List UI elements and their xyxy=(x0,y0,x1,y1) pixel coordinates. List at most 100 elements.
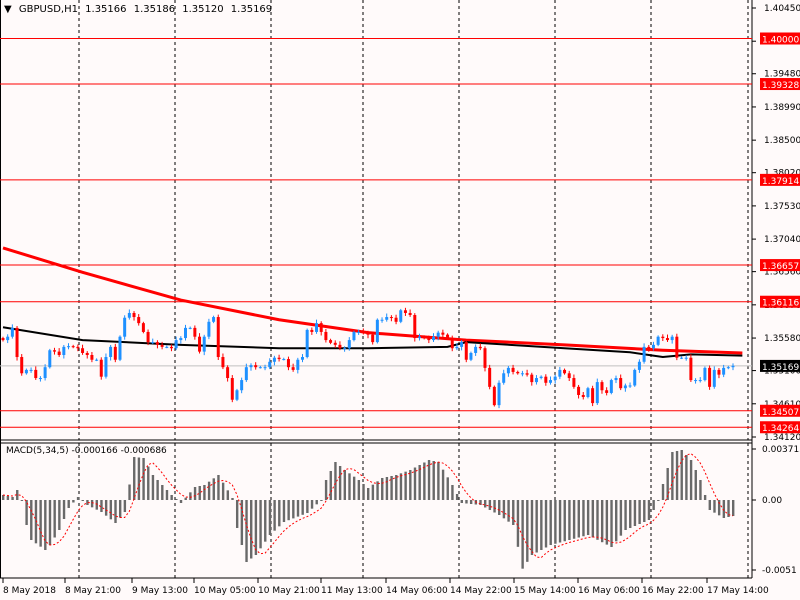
macd-histogram-bar xyxy=(123,500,127,513)
macd-histogram-bar xyxy=(582,500,585,537)
macd-histogram-bar xyxy=(67,500,70,508)
bearish-candle xyxy=(254,365,258,368)
macd-histogram-bar xyxy=(198,486,201,500)
chart-header: ▼ GBPUSD,H1 1.35166 1.35186 1.35120 1.35… xyxy=(4,4,276,15)
bearish-candle xyxy=(619,378,623,389)
macd-histogram-bar xyxy=(689,460,693,500)
macd-histogram-bar xyxy=(245,500,248,563)
macd-y-tick-label: 0.00 xyxy=(762,496,782,506)
bullish-candle xyxy=(118,336,122,360)
macd-histogram-bar xyxy=(446,477,449,500)
bearish-candle xyxy=(665,338,669,341)
bearish-candle xyxy=(1,338,5,341)
bearish-candle xyxy=(169,346,173,349)
bullish-candle xyxy=(385,317,389,320)
bullish-candle xyxy=(455,346,459,349)
bullish-candle xyxy=(502,373,506,383)
macd-histogram-bar xyxy=(231,497,234,500)
macd-histogram-bar xyxy=(109,500,113,520)
macd-histogram-bar xyxy=(292,500,295,519)
bullish-candle xyxy=(534,378,538,383)
bearish-candle xyxy=(581,394,585,398)
bullish-candle xyxy=(67,346,71,348)
bearish-candle xyxy=(324,331,328,341)
macd-histogram-bar xyxy=(381,477,384,500)
bearish-candle xyxy=(492,386,496,406)
bullish-candle xyxy=(263,367,267,369)
price-chart[interactable]: 1.404501.399601.394801.389901.385001.380… xyxy=(0,0,800,600)
bullish-candle xyxy=(207,321,211,337)
collapse-triangle-icon[interactable]: ▼ xyxy=(4,4,12,15)
bearish-candle xyxy=(422,336,426,339)
bullish-candle xyxy=(6,336,10,341)
bullish-candle xyxy=(174,340,178,349)
bullish-candle xyxy=(539,376,543,379)
macd-histogram-bar xyxy=(624,500,627,530)
macd-histogram-bar xyxy=(554,500,557,544)
bullish-candle xyxy=(29,369,33,371)
bullish-candle xyxy=(249,365,253,368)
bullish-candle xyxy=(586,388,590,398)
bearish-candle xyxy=(488,367,492,387)
macd-histogram-bar xyxy=(643,500,646,522)
bearish-candle xyxy=(464,342,468,360)
bullish-candle xyxy=(712,369,716,387)
bid-price-label: 1.35169 xyxy=(762,363,799,373)
macd-histogram-bar xyxy=(151,475,155,500)
macd-histogram-bar xyxy=(6,496,10,500)
bearish-candle xyxy=(427,338,431,341)
bullish-candle xyxy=(235,390,239,400)
bullish-candle xyxy=(10,327,14,337)
bullish-candle xyxy=(244,367,248,381)
macd-histogram-bar xyxy=(30,500,33,540)
macd-histogram-bar xyxy=(647,500,651,520)
macd-histogram-bar xyxy=(455,493,459,500)
bullish-candle xyxy=(474,346,478,353)
macd-histogram-bar xyxy=(259,500,262,549)
macd-histogram-bar xyxy=(179,500,183,503)
macd-histogram-bar xyxy=(694,470,697,500)
macd-histogram-bar xyxy=(549,500,552,545)
bearish-candle xyxy=(85,352,89,355)
bullish-candle xyxy=(127,312,131,318)
bullish-candle xyxy=(347,340,351,349)
bearish-candle xyxy=(563,369,567,374)
y-tick-label: 1.38990 xyxy=(764,103,800,113)
macd-histogram-bar xyxy=(680,450,683,500)
macd-histogram-bar xyxy=(207,481,211,500)
macd-y-tick-label: 0.003713 xyxy=(762,445,800,455)
bullish-candle xyxy=(633,369,637,386)
bullish-candle xyxy=(520,373,524,375)
macd-histogram-bar xyxy=(264,500,267,542)
macd-histogram-bar xyxy=(278,500,281,527)
x-tick-label: 10 May 21:00 xyxy=(258,586,320,596)
bearish-candle xyxy=(198,336,202,352)
macd-histogram-bar xyxy=(437,462,440,500)
bearish-candle xyxy=(675,336,679,358)
bearish-candle xyxy=(76,346,80,349)
macd-histogram-bar xyxy=(329,471,332,500)
macd-histogram-bar xyxy=(427,460,431,500)
bearish-candle xyxy=(216,317,220,358)
bullish-candle xyxy=(614,378,618,381)
macd-histogram-bar xyxy=(240,500,244,545)
bullish-candle xyxy=(460,342,464,347)
macd-histogram-bar xyxy=(343,470,347,500)
bearish-candle xyxy=(605,390,609,393)
y-tick-label: 1.37530 xyxy=(764,202,800,212)
macd-histogram-bar xyxy=(11,497,14,500)
bullish-candle xyxy=(202,336,206,352)
bearish-candle xyxy=(525,373,529,375)
macd-histogram-bar xyxy=(568,500,571,540)
bullish-candle xyxy=(722,367,726,375)
macd-histogram-bar xyxy=(591,500,595,538)
bullish-candle xyxy=(469,352,473,360)
level-price-label: 1.36116 xyxy=(762,299,799,309)
macd-histogram-bar xyxy=(657,500,660,501)
bullish-candle xyxy=(268,361,272,368)
macd-histogram-bar xyxy=(268,500,272,535)
macd-histogram-bar xyxy=(338,466,342,500)
bullish-candle xyxy=(43,367,47,379)
low-value: 1.35120 xyxy=(182,4,224,15)
y-tick-label: 1.37040 xyxy=(764,235,800,245)
